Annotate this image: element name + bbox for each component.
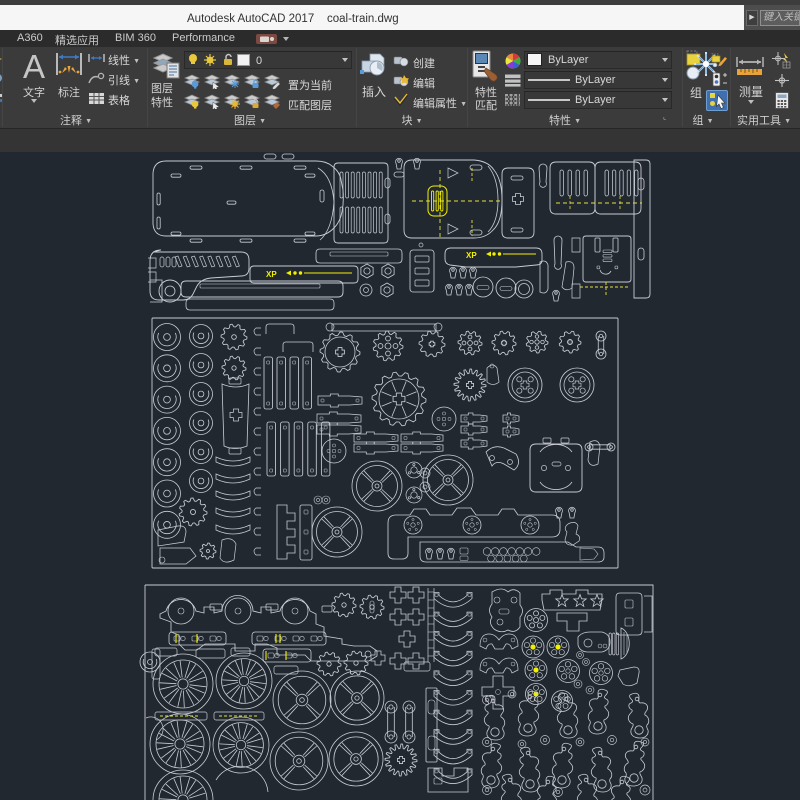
svg-text:XP: XP bbox=[466, 251, 477, 260]
svg-text:XP: XP bbox=[266, 270, 277, 279]
